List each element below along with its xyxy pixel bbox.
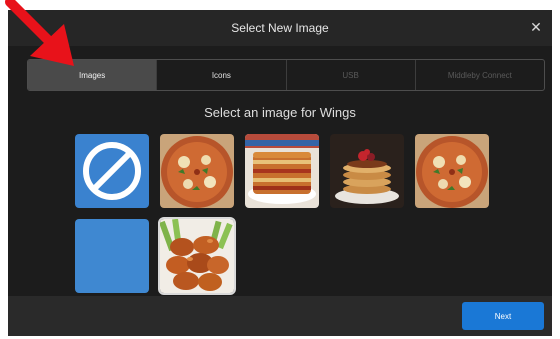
image-tile-pancakes[interactable]: [330, 134, 404, 208]
image-tile-solid-blue[interactable]: [75, 219, 149, 293]
image-tile-none[interactable]: [75, 134, 149, 208]
chicken-wings-image: [160, 219, 234, 293]
pizza-image: [415, 134, 489, 208]
lasagna-image: [245, 134, 319, 208]
image-tile-pizza-2[interactable]: [415, 134, 489, 208]
tab-middleby-connect: Middleby Connect: [414, 60, 544, 90]
source-tabs: Images Icons USB Middleby Connect: [27, 59, 545, 91]
pizza-image: [160, 134, 234, 208]
dialog-footer: Next: [8, 296, 552, 336]
tab-icons[interactable]: Icons: [156, 60, 285, 90]
image-tile-chicken-wings[interactable]: [158, 217, 236, 295]
annotation-arrow-icon: [5, 0, 74, 66]
select-prompt: Select an image for Wings: [204, 105, 356, 120]
no-image-icon: [75, 134, 149, 208]
close-icon[interactable]: ✕: [526, 17, 546, 37]
next-button[interactable]: Next: [462, 302, 544, 330]
pancakes-image: [330, 134, 404, 208]
image-tile-lasagna[interactable]: [245, 134, 319, 208]
tab-usb: USB: [285, 60, 415, 90]
image-tile-pizza[interactable]: [160, 134, 234, 208]
